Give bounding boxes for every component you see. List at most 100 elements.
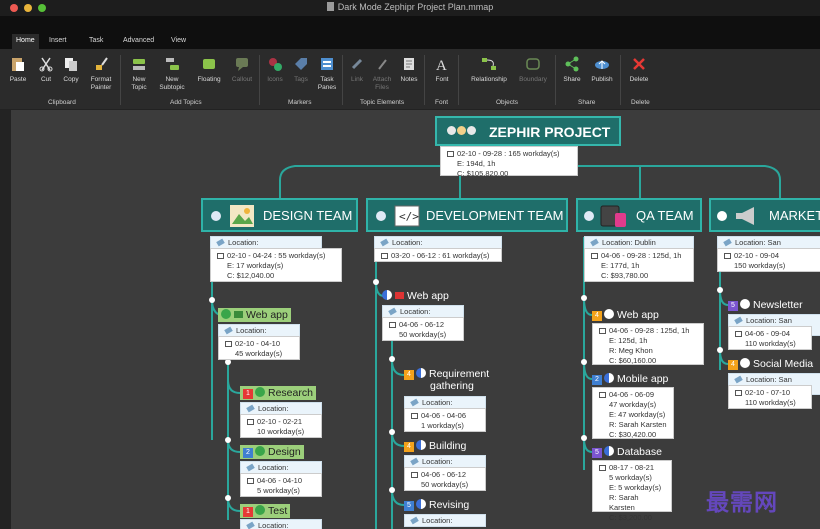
check-icon: [255, 446, 265, 456]
progress-icon: [604, 373, 614, 383]
pin-icon: [410, 516, 419, 525]
collapse-handle[interactable]: [373, 279, 379, 285]
location-field: Location:: [404, 514, 486, 527]
progress-icon: [382, 290, 392, 300]
pin-icon: [410, 398, 419, 407]
pin-icon: [388, 307, 397, 316]
collapse-handle[interactable]: [225, 437, 231, 443]
topic-info: 04-06 - 06-09 47 workday(s) E: 47 workda…: [592, 387, 674, 439]
calendar-icon: [599, 465, 606, 471]
progress-icon: [717, 211, 727, 221]
pin-icon: [246, 521, 255, 529]
collapse-handle[interactable]: [717, 287, 723, 293]
topic-marketing-team[interactable]: MARKET: [709, 198, 820, 232]
topic-info: 04-06 - 04-10 5 workday(s): [240, 473, 322, 497]
topic-newsletter[interactable]: 5 Newsletter: [728, 299, 803, 311]
calendar-icon: [591, 253, 598, 259]
central-topic-icons: [447, 126, 476, 135]
topic-design-team[interactable]: DESIGN TEAM: [201, 198, 358, 232]
progress-icon: [376, 211, 386, 221]
collapse-handle[interactable]: [717, 347, 723, 353]
topic-database[interactable]: 5 Database: [592, 446, 662, 458]
watermark: 最需网: [706, 489, 778, 515]
topic-info: 02-10 - 07-10 110 workday(s): [728, 385, 812, 409]
pin-icon: [246, 404, 255, 413]
topic-requirement-gathering[interactable]: 4 Requirement gathering: [404, 368, 489, 392]
topic-info: 02-10 - 02-21 10 workday(s): [240, 414, 322, 438]
collapse-handle[interactable]: [389, 356, 395, 362]
collapse-handle[interactable]: [209, 297, 215, 303]
devices-icon: [600, 205, 626, 227]
flag-icon: [234, 311, 243, 318]
calendar-icon: [247, 478, 254, 484]
progress-icon: [416, 440, 426, 450]
topic-info: 04-06 - 09-04 110 workday(s): [728, 326, 812, 350]
progress-icon: [416, 368, 426, 378]
pin-icon: [410, 457, 419, 466]
topic-social-media[interactable]: 4 Social Media: [728, 358, 813, 370]
calendar-icon: [411, 413, 418, 419]
check-icon: [255, 505, 265, 515]
central-topic[interactable]: ZEPHIR PROJECT: [435, 116, 621, 146]
topic-info: 04-06 - 04-06 1 workday(s): [404, 408, 486, 432]
progress-icon: [211, 211, 221, 221]
check-icon: [255, 387, 265, 397]
topic-qa-web-app[interactable]: 4 Web app: [592, 309, 659, 321]
progress-icon: [604, 309, 614, 319]
pin-icon: [734, 316, 743, 325]
topic-qa-team[interactable]: QA TEAM: [576, 198, 702, 232]
progress-icon: [604, 446, 614, 456]
topic-info: 02-10 - 04-10 45 workday(s): [218, 336, 300, 360]
progress-icon: [740, 358, 750, 368]
collapse-handle[interactable]: [581, 295, 587, 301]
calendar-icon: [411, 472, 418, 478]
topic-info: 04-06 - 06-12 50 workday(s): [404, 467, 486, 491]
progress-icon: [584, 211, 594, 221]
marketing-team-info: 02-10 - 09-04 150 workday(s): [717, 248, 820, 272]
calendar-icon: [247, 419, 254, 425]
calendar-icon: [599, 392, 606, 398]
collapse-handle[interactable]: [389, 487, 395, 493]
collapse-handle[interactable]: [581, 435, 587, 441]
collapse-handle[interactable]: [389, 429, 395, 435]
progress-icon: [416, 499, 426, 509]
topic-info: 08-17 - 08-21 5 workday(s) E: 5 workday(…: [592, 460, 672, 522]
development-team-info: 03-20 - 06-12 : 61 workday(s): [374, 248, 502, 262]
design-team-info: 02-10 - 04-24 : 55 workday(s) E: 17 work…: [210, 248, 342, 282]
topic-revising[interactable]: 5 Revising: [404, 499, 469, 511]
qa-team-info: 04-06 - 09-28 : 125d, 1h E: 177d, 1h C: …: [584, 248, 694, 282]
topic-test[interactable]: 1 Test: [240, 504, 291, 518]
calendar-icon: [217, 253, 224, 259]
topic-design-web-app[interactable]: Web app: [218, 308, 291, 322]
topic-research[interactable]: 1 Research: [240, 386, 316, 400]
location-field: Location:: [240, 519, 322, 529]
calendar-icon: [389, 322, 396, 328]
topic-building[interactable]: 4 Building: [404, 440, 466, 452]
topic-info: 04-06 - 09-28 : 125d, 1h E: 125d, 1h R: …: [592, 323, 704, 365]
collapse-handle[interactable]: [581, 359, 587, 365]
calendar-icon: [447, 151, 454, 157]
pin-icon: [246, 463, 255, 472]
calendar-icon: [225, 341, 232, 347]
pin-icon: [723, 238, 732, 247]
flag-icon: [395, 292, 404, 299]
megaphone-icon: [736, 207, 754, 225]
topic-design[interactable]: 2 Design: [240, 445, 304, 459]
topic-mobile-app[interactable]: 2 Mobile app: [592, 373, 668, 385]
calendar-icon: [735, 331, 742, 337]
collapse-handle[interactable]: [225, 495, 231, 501]
check-icon: [221, 309, 231, 319]
pin-icon: [380, 238, 389, 247]
pin-icon: [224, 326, 233, 335]
code-icon: </>: [394, 205, 420, 227]
pin-icon: [734, 375, 743, 384]
calendar-icon: [735, 390, 742, 396]
calendar-icon: [724, 253, 731, 259]
svg-text:</>: </>: [399, 210, 419, 223]
topic-dev-web-app[interactable]: Web app: [382, 290, 449, 302]
pin-icon: [216, 238, 225, 247]
app-window: Dark Mode Zephipr Project Plan.mmap Home…: [0, 0, 820, 529]
progress-icon: [740, 299, 750, 309]
calendar-icon: [381, 253, 388, 259]
topic-development-team[interactable]: </> DEVELOPMENT TEAM: [366, 198, 568, 232]
